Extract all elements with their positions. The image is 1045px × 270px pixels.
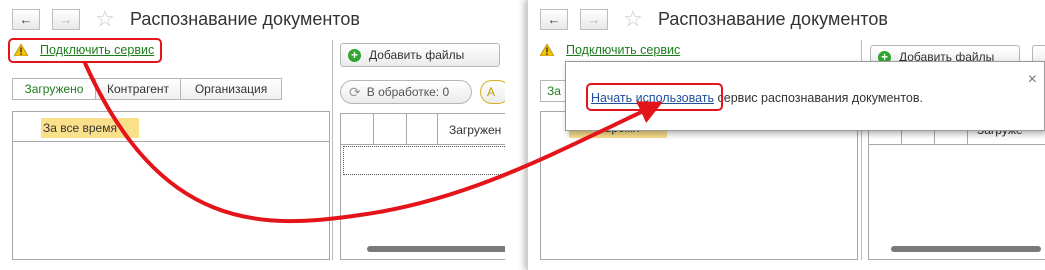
period-list[interactable]: За все время [12,111,330,260]
column-divider [373,114,374,144]
column-separator [332,40,333,260]
tab-loaded[interactable]: Загружено [12,78,96,100]
column-divider [406,114,407,144]
left-window: ← → ☆ Распознавание документов Подключит… [0,0,505,270]
processing-button[interactable]: ⟳ В обработке: 0 [340,80,472,104]
back-button[interactable]: ← [540,9,568,30]
connect-link-highlight [8,38,162,63]
refresh-icon: ⟳ [349,83,361,100]
status-filter-button[interactable]: A [480,80,505,104]
arrow-right-icon: → [587,12,601,27]
page-title: Распознавание документов [658,9,888,29]
favorite-star-icon[interactable]: ☆ [95,6,115,32]
row-divider [13,141,329,142]
close-icon[interactable]: × [1028,72,1037,88]
horizontal-scrollbar[interactable] [367,246,505,252]
processing-label: В обработке: 0 [366,85,450,99]
warning-icon [540,44,554,56]
add-icon: + [348,48,361,62]
favorite-star-icon[interactable]: ☆ [623,6,643,32]
start-link-highlight [586,83,723,111]
header-divider [341,144,505,145]
add-files-label: Добавить файлы [369,48,465,62]
files-table[interactable]: Загруже [868,113,1045,260]
arrow-left-icon: ← [19,12,33,27]
tab-organization[interactable]: Организация [180,78,282,100]
arrow-right-icon: → [59,12,73,27]
column-header-loaded[interactable]: Загружен [449,123,501,137]
header-divider [869,144,1045,145]
connect-service-link[interactable]: Подключить сервис [566,43,680,57]
arrow-left-icon: ← [547,12,561,27]
back-button[interactable]: ← [12,9,40,30]
add-files-button[interactable]: + Добавить файлы [340,43,500,67]
page-title: Распознавание документов [130,9,360,29]
column-divider [437,114,438,144]
period-all-time[interactable]: За все время [43,121,117,135]
right-window: ← → ☆ Распознавание документов Подключит… [527,0,1045,270]
horizontal-scrollbar[interactable] [891,246,1041,252]
files-table[interactable]: Загружен [340,113,505,260]
popup-text: сервис распознавания документов. [714,91,923,105]
tab-counterparty[interactable]: Контрагент [95,78,181,100]
period-list[interactable]: время [540,111,858,260]
forward-button[interactable]: → [580,9,608,30]
font-icon: A [487,85,496,99]
table-row-selected[interactable] [343,146,505,175]
forward-button[interactable]: → [52,9,80,30]
